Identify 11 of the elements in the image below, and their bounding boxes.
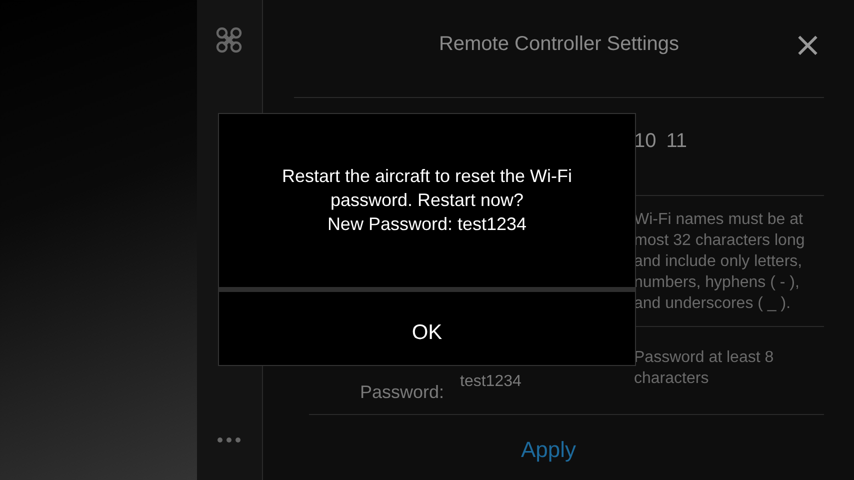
apply-button[interactable]: Apply [521,437,576,463]
close-button[interactable]: × [794,30,822,60]
input-field[interactable]: test1234 [460,372,522,390]
field-hint: Password at least 8 characters [634,348,775,388]
field-label: Password: [360,382,444,402]
channel-option[interactable]: 10 [634,130,656,153]
ok-button[interactable]: OK [400,317,454,349]
drone-icon[interactable] [215,26,244,54]
dialog-message: Restart the aircraft to reset the Wi-Fi password. Restart now? New Password: test1234 [280,165,574,236]
panel-title: Remote Controller Settings [438,33,680,56]
channel-option[interactable]: 11 [666,130,688,153]
